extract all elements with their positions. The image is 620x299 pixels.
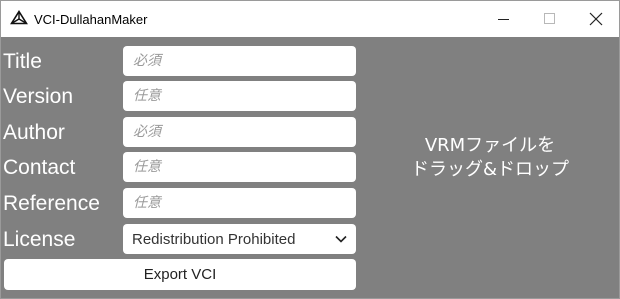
drop-instruction-line1: VRMファイルを xyxy=(424,135,556,156)
maximize-icon xyxy=(544,13,555,24)
title-row: Title xyxy=(1,45,361,78)
reference-label: Reference xyxy=(3,192,100,215)
close-icon xyxy=(589,12,603,26)
drop-instruction: VRMファイルを ドラッグ&ドロップ xyxy=(411,134,569,182)
chevron-down-icon xyxy=(334,232,348,246)
author-label: Author xyxy=(3,121,65,144)
title-input[interactable] xyxy=(123,46,356,76)
app-window: VCI-DullahanMaker Title 必須 Version 任意 Au… xyxy=(0,0,620,299)
version-label: Version xyxy=(3,85,74,108)
version-row: Version xyxy=(1,80,361,113)
maximize-button[interactable] xyxy=(527,1,573,37)
export-vci-button[interactable]: Export VCI xyxy=(4,259,356,290)
title-label: Title xyxy=(3,50,42,73)
close-button[interactable] xyxy=(573,1,619,37)
reference-row: Reference xyxy=(1,187,361,220)
main-content: Title Version Author Contact Reference L… xyxy=(1,38,619,298)
contact-input[interactable] xyxy=(123,152,356,182)
license-selected-value: Redistribution Prohibited xyxy=(132,230,296,248)
window-controls xyxy=(481,1,619,37)
version-input[interactable] xyxy=(123,81,356,111)
window-title: VCI-DullahanMaker xyxy=(34,11,148,27)
license-label: License xyxy=(3,228,76,251)
drop-instruction-line2: ドラッグ&ドロップ xyxy=(410,159,570,180)
license-select[interactable]: Redistribution Prohibited xyxy=(123,224,356,254)
contact-label: Contact xyxy=(3,156,76,179)
title-bar[interactable]: VCI-DullahanMaker xyxy=(1,1,619,37)
contact-row: Contact xyxy=(1,151,361,184)
reference-input[interactable] xyxy=(123,188,356,218)
author-input[interactable] xyxy=(123,117,356,147)
author-row: Author xyxy=(1,116,361,149)
minimize-button[interactable] xyxy=(481,1,527,37)
license-row: License Redistribution Prohibited xyxy=(1,223,361,256)
minimize-icon xyxy=(498,19,509,20)
vrm-drop-zone[interactable]: VRMファイルを ドラッグ&ドロップ xyxy=(361,38,619,298)
unity-icon xyxy=(10,10,28,28)
